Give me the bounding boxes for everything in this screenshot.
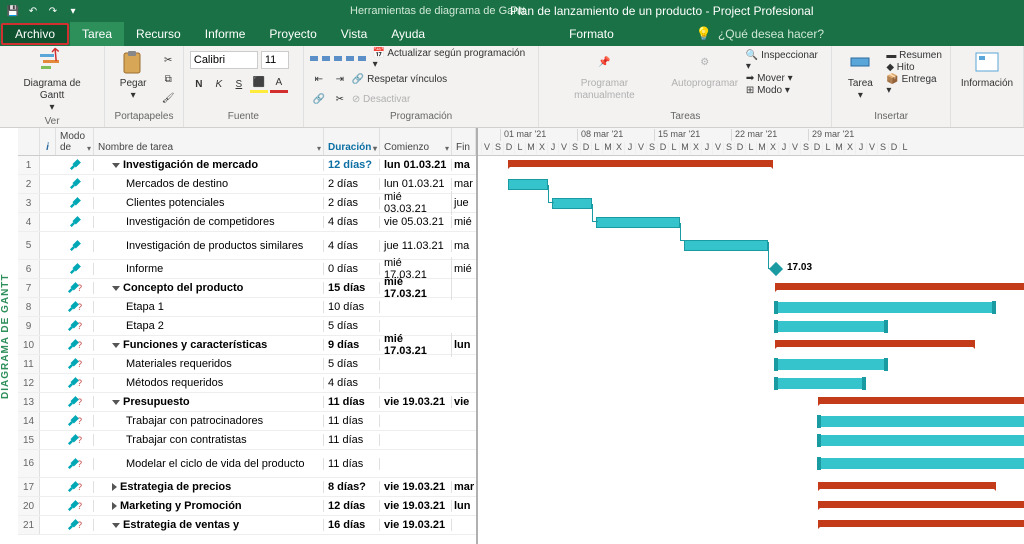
tab-resource[interactable]: Recurso xyxy=(124,22,193,46)
auto-schedule-button[interactable]: ⚙ Autoprogramar xyxy=(668,48,742,92)
bold-button[interactable]: N xyxy=(190,75,208,93)
font-color-button[interactable]: A xyxy=(270,75,288,93)
context-tab-label: Herramientas de diagrama de Gantt xyxy=(350,0,525,22)
tab-format[interactable]: Formato xyxy=(557,22,626,46)
pin-icon: 📌 xyxy=(590,50,618,76)
fill-color-button[interactable]: ⬛ xyxy=(250,75,268,93)
task-button[interactable]: Tarea ▾ xyxy=(838,48,882,104)
save-icon[interactable]: 💾 xyxy=(6,4,20,18)
tab-task[interactable]: Tarea xyxy=(70,22,124,46)
gantt-view-button[interactable]: Diagrama de Gantt ▾ xyxy=(6,48,98,116)
task-table: i Modo de▾ Nombre de tarea▾ Duración▾ Co… xyxy=(18,128,478,544)
info-icon xyxy=(973,50,1001,76)
deliverable-button[interactable]: 📦 Entrega ▾ xyxy=(886,74,944,96)
qat-dropdown-icon[interactable]: ▾ xyxy=(66,4,80,18)
summary-button[interactable]: ▬ Resumen xyxy=(886,50,944,61)
outdent-icon[interactable]: ⇤ xyxy=(310,70,328,88)
row-number-header[interactable] xyxy=(18,128,40,155)
italic-button[interactable]: K xyxy=(210,75,228,93)
table-row[interactable]: 7?Concepto del producto15 díasmié 17.03.… xyxy=(18,279,476,298)
table-row[interactable]: 8?Etapa 110 días xyxy=(18,298,476,317)
window-title: Plan de lanzamiento de un producto - Pro… xyxy=(510,0,814,22)
gantt-chart[interactable]: 01 mar '2108 mar '2115 mar '2122 mar '21… xyxy=(478,128,1024,544)
deactivate-button: ⊘ Desactivar xyxy=(352,94,410,105)
mode-column-header[interactable]: Modo de▾ xyxy=(56,128,94,155)
chevron-down-icon[interactable]: ▾ xyxy=(373,144,377,153)
chevron-down-icon[interactable]: ▾ xyxy=(87,144,91,153)
ribbon-group-clipboard: Pegar ▾ ✂ ⧉ 🖌 Portapapeles xyxy=(105,46,184,127)
table-row[interactable]: 11?Materiales requeridos5 días xyxy=(18,355,476,374)
timescale: 01 mar '2108 mar '2115 mar '2122 mar '21… xyxy=(478,128,1024,156)
finish-column-header[interactable]: Fin xyxy=(452,128,476,155)
link-icon[interactable]: 🔗 xyxy=(310,90,328,108)
table-row[interactable]: 3Clientes potenciales2 díasmié 03.03.21j… xyxy=(18,194,476,213)
copy-icon[interactable]: ⧉ xyxy=(159,70,177,88)
tell-me-placeholder: ¿Qué desea hacer? xyxy=(718,27,824,41)
move-button[interactable]: ➡ Mover ▾ xyxy=(746,73,825,84)
progress-icons[interactable] xyxy=(310,53,370,65)
tab-view[interactable]: Vista xyxy=(329,22,379,46)
clipboard-icon xyxy=(119,50,147,76)
ribbon-tabs: Archivo Tarea Recurso Informe Proyecto V… xyxy=(0,22,1024,46)
ribbon-group-properties: Información xyxy=(951,46,1024,127)
update-schedule-button[interactable]: 📅 Actualizar según programación ▾ xyxy=(373,48,533,70)
duration-column-header[interactable]: Duración▾ xyxy=(324,128,380,155)
ribbon: Diagrama de Gantt ▾ Ver Pegar ▾ ✂ ⧉ 🖌 Po… xyxy=(0,46,1024,128)
name-column-header[interactable]: Nombre de tarea▾ xyxy=(94,128,324,155)
ribbon-group-view: Diagrama de Gantt ▾ Ver xyxy=(0,46,105,127)
paste-button[interactable]: Pegar ▾ xyxy=(111,48,155,104)
table-row[interactable]: 17?Estrategia de precios8 días?vie 19.03… xyxy=(18,478,476,497)
ribbon-group-tasks: 📌 Programar manualmente ⚙ Autoprogramar … xyxy=(539,46,832,127)
undo-icon[interactable]: ↶ xyxy=(26,4,40,18)
table-row[interactable]: 5Investigación de productos similares4 d… xyxy=(18,232,476,260)
chevron-down-icon[interactable]: ▾ xyxy=(317,144,321,153)
font-name-select[interactable] xyxy=(190,51,258,69)
font-size-select[interactable] xyxy=(261,51,289,69)
gantt-chart-icon xyxy=(38,50,66,76)
unlink-icon[interactable]: ✂ xyxy=(331,90,349,108)
chevron-down-icon[interactable]: ▾ xyxy=(445,144,449,153)
inspect-button[interactable]: 🔍 Inspeccionar ▾ xyxy=(746,50,825,72)
information-button[interactable]: Información xyxy=(957,48,1017,92)
cut-icon[interactable]: ✂ xyxy=(159,51,177,69)
content-area: DIAGRAMA DE GANTT i Modo de▾ Nombre de t… xyxy=(0,128,1024,544)
table-row[interactable]: 21?Estrategia de ventas y16 díasvie 19.0… xyxy=(18,516,476,535)
format-painter-icon[interactable]: 🖌 xyxy=(159,89,177,107)
manual-schedule-button[interactable]: 📌 Programar manualmente xyxy=(545,48,663,104)
milestone-button[interactable]: ◆ Hito xyxy=(886,62,944,73)
underline-button[interactable]: S xyxy=(230,75,248,93)
task-icon xyxy=(846,50,874,76)
indent-icon[interactable]: ⇥ xyxy=(331,70,349,88)
side-label: DIAGRAMA DE GANTT xyxy=(0,128,18,544)
table-row[interactable]: 10?Funciones y características9 díasmié … xyxy=(18,336,476,355)
respect-links-button[interactable]: 🔗 Respetar vínculos xyxy=(352,74,447,85)
titlebar: 💾 ↶ ↷ ▾ Herramientas de diagrama de Gant… xyxy=(0,0,1024,22)
info-column-header[interactable]: i xyxy=(40,128,56,155)
redo-icon[interactable]: ↷ xyxy=(46,4,60,18)
auto-icon: ⚙ xyxy=(691,50,719,76)
ribbon-group-schedule: 📅 Actualizar según programación ▾ ⇤ ⇥ 🔗 … xyxy=(304,46,539,127)
ribbon-group-insert: Tarea ▾ ▬ Resumen ◆ Hito 📦 Entrega ▾ Ins… xyxy=(832,46,951,127)
start-column-header[interactable]: Comienzo▾ xyxy=(380,128,452,155)
table-row[interactable]: 13?Presupuesto11 díasvie 19.03.21vie xyxy=(18,393,476,412)
tab-file[interactable]: Archivo xyxy=(1,23,69,45)
task-rows[interactable]: 1Investigación de mercado12 días?lun 01.… xyxy=(18,156,476,544)
tell-me-search[interactable]: 💡 ¿Qué desea hacer? xyxy=(696,22,824,46)
table-row[interactable]: 14?Trabajar con patrocinadores11 días xyxy=(18,412,476,431)
tab-project[interactable]: Proyecto xyxy=(257,22,328,46)
table-row[interactable]: 4Investigación de competidores4 díasvie … xyxy=(18,213,476,232)
table-row[interactable]: 1Investigación de mercado12 días?lun 01.… xyxy=(18,156,476,175)
ribbon-group-font: N K S ⬛ A Fuente xyxy=(184,46,304,127)
column-headers: i Modo de▾ Nombre de tarea▾ Duración▾ Co… xyxy=(18,128,476,156)
tab-report[interactable]: Informe xyxy=(193,22,258,46)
table-row[interactable]: 16?Modelar el ciclo de vida del producto… xyxy=(18,450,476,478)
table-row[interactable]: 12?Métodos requeridos4 días xyxy=(18,374,476,393)
table-row[interactable]: 20?Marketing y Promoción12 díasvie 19.03… xyxy=(18,497,476,516)
table-row[interactable]: 15?Trabajar con contratistas11 días xyxy=(18,431,476,450)
quick-access-toolbar: 💾 ↶ ↷ ▾ xyxy=(0,4,86,18)
mode-button[interactable]: ⊞ Modo ▾ xyxy=(746,85,825,96)
lightbulb-icon: 💡 xyxy=(696,26,712,42)
tab-help[interactable]: Ayuda xyxy=(379,22,437,46)
